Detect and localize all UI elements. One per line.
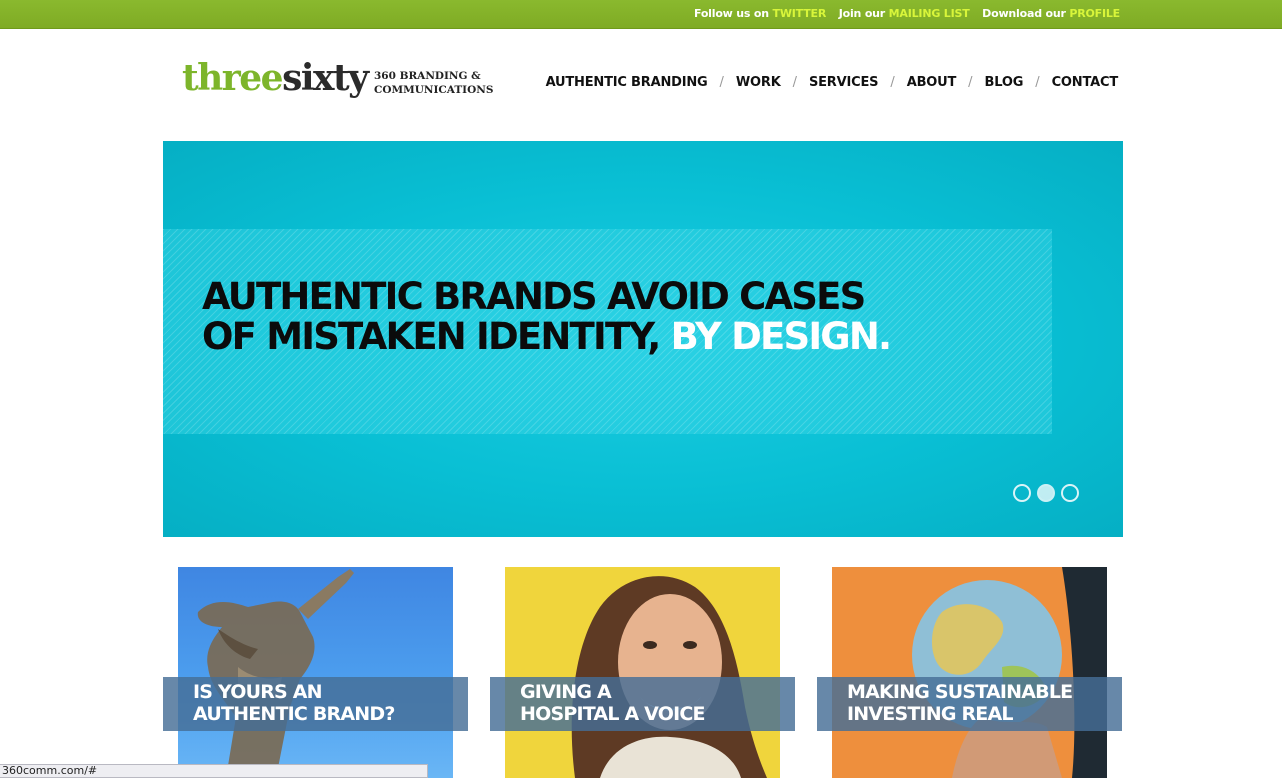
profile-group: Download our PROFILE [982, 7, 1120, 20]
nav-services[interactable]: SERVICES [809, 75, 879, 90]
logo-tagline: 360 BRANDING & COMMUNICATIONS [374, 69, 493, 97]
slider-dot-1[interactable] [1013, 484, 1031, 502]
caption-line-1: MAKING SUSTAINABLE [847, 681, 1073, 703]
caption-line-1: IS YOURS AN [193, 681, 323, 703]
top-utility-bar: Follow us on TWITTER Join our MAILING LI… [0, 0, 1282, 29]
twitter-link[interactable]: TWITTER [773, 7, 827, 20]
topbar-links: Follow us on TWITTER Join our MAILING LI… [685, 7, 1120, 20]
caption-authentic-brand[interactable]: IS YOURS AN AUTHENTIC BRAND? [163, 677, 468, 731]
browser-status-bar: 360comm.com/# [0, 764, 428, 778]
slider-pagination [1013, 484, 1079, 502]
hero-headline-highlight: BY DESIGN. [670, 315, 892, 358]
hero-slider[interactable]: AUTHENTIC BRANDS AVOID CASES OF MISTAKEN… [163, 141, 1123, 537]
caption-hospital-voice[interactable]: GIVING A HOSPITAL A VOICE [490, 677, 795, 731]
slider-dot-3[interactable] [1061, 484, 1079, 502]
slider-dot-2[interactable] [1037, 484, 1055, 502]
hero-headline-line-1: AUTHENTIC BRANDS AVOID CASES [202, 275, 866, 318]
nav-separator: / [1035, 75, 1040, 90]
join-prefix: Join our [838, 7, 886, 20]
mailing-list-link[interactable]: MAILING LIST [889, 7, 970, 20]
woman-portrait-photo-icon [571, 576, 767, 778]
tile-hospital-voice[interactable] [505, 567, 780, 778]
caption-line-2: HOSPITAL A VOICE [520, 703, 705, 725]
globe-photo-icon [912, 567, 1107, 778]
nav-contact[interactable]: CONTACT [1052, 75, 1119, 90]
nav-authentic-branding[interactable]: AUTHENTIC BRANDING [546, 75, 708, 90]
nav-separator: / [792, 75, 797, 90]
caption-sustainable-investing[interactable]: MAKING SUSTAINABLE INVESTING REAL [817, 677, 1122, 731]
logo-wordmark: threesixty [182, 56, 369, 100]
nav-blog[interactable]: BLOG [985, 75, 1024, 90]
logo-part-sixty: sixty [282, 57, 369, 99]
nav-work[interactable]: WORK [736, 75, 781, 90]
hero-headline-line-2-text: OF MISTAKEN IDENTITY, [202, 315, 661, 358]
logo-part-three: three [182, 57, 284, 99]
hero-headline: AUTHENTIC BRANDS AVOID CASES OF MISTAKEN… [202, 277, 902, 357]
mailing-group: Join our MAILING LIST [839, 7, 973, 20]
main-nav: AUTHENTIC BRANDING / WORK / SERVICES / A… [546, 75, 1119, 90]
tile-sustainable-investing[interactable] [832, 567, 1107, 778]
tile-authentic-brand[interactable] [178, 567, 453, 778]
tagline-line-2: COMMUNICATIONS [374, 84, 494, 96]
follow-group: Follow us on TWITTER [694, 7, 830, 20]
statue-photo-icon [197, 569, 354, 778]
nav-about[interactable]: ABOUT [907, 75, 957, 90]
profile-link[interactable]: PROFILE [1069, 7, 1120, 20]
nav-separator: / [719, 75, 724, 90]
hero-headline-line-2: OF MISTAKEN IDENTITY, BY DESIGN. [202, 317, 902, 357]
caption-line-2: AUTHENTIC BRAND? [193, 703, 395, 725]
tagline-line-1: 360 BRANDING & [374, 70, 481, 82]
status-url: 360comm.com/# [2, 764, 98, 777]
caption-line-1: GIVING A [520, 681, 612, 703]
caption-line-2: INVESTING REAL [847, 703, 1014, 725]
nav-separator: / [890, 75, 895, 90]
download-prefix: Download our [982, 7, 1066, 20]
follow-prefix: Follow us on [693, 7, 769, 20]
nav-separator: / [968, 75, 973, 90]
